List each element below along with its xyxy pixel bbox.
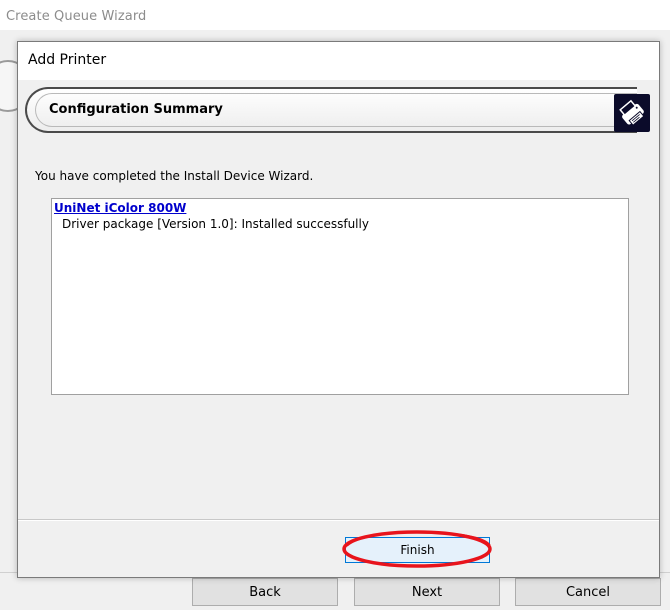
dialog-title: Add Printer [28,52,107,68]
install-status-text: Driver package [Version 1.0]: Installed … [62,217,369,231]
footer-separator-highlight [18,520,659,521]
section-banner: Configuration Summary [25,87,637,133]
cancel-button[interactable]: Cancel [515,578,661,606]
dialog-titlebar[interactable]: Add Printer [18,42,659,80]
back-button[interactable]: Back [192,578,338,606]
next-button[interactable]: Next [354,578,500,606]
printer-icon [614,94,650,132]
section-title: Configuration Summary [49,102,223,117]
window-title: Create Queue Wizard [6,9,147,24]
finish-button[interactable]: Finish [345,537,490,563]
device-link[interactable]: UniNet iColor 800W [54,201,186,215]
install-results-box[interactable]: UniNet iColor 800W Driver package [Versi… [51,198,629,395]
completion-message: You have completed the Install Device Wi… [35,169,314,183]
printer-icon-graphic [619,99,645,126]
add-printer-dialog: Add Printer Configuration Summary You ha… [17,41,660,578]
